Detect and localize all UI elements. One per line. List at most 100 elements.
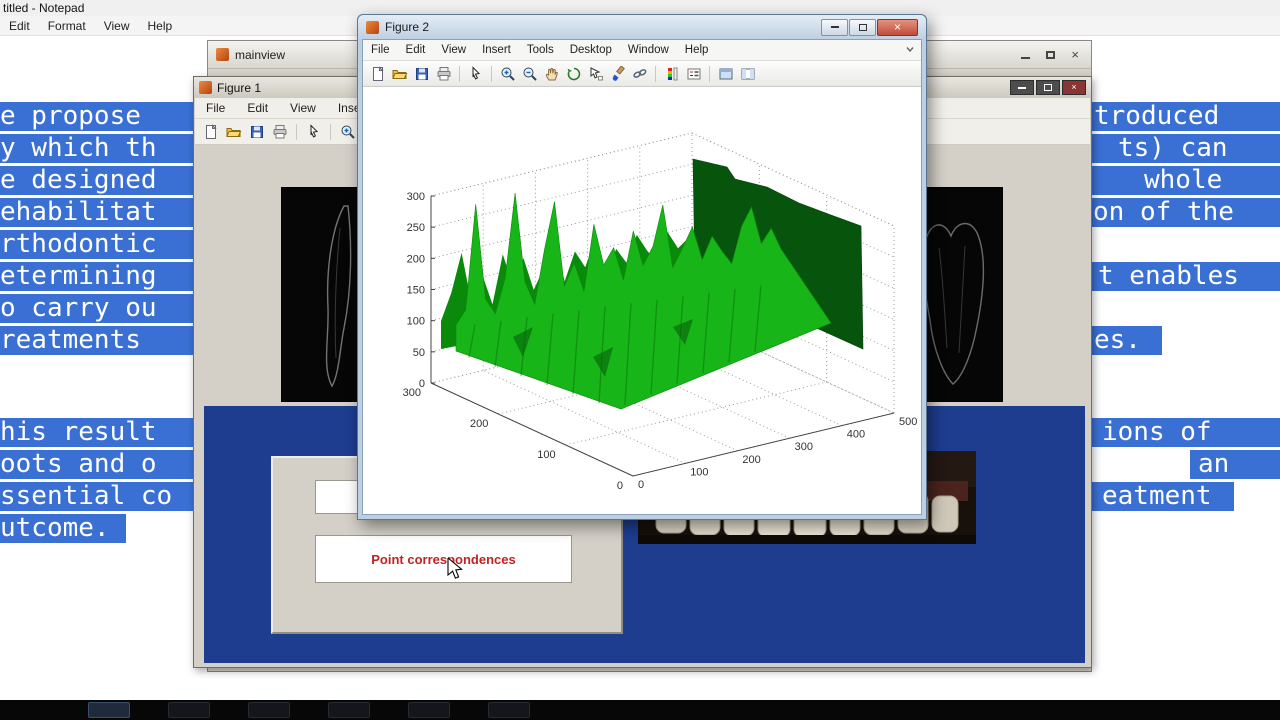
brush-icon xyxy=(612,65,625,81)
chevron-down-icon[interactable] xyxy=(905,44,921,57)
menu-item-view[interactable]: View xyxy=(433,42,474,58)
figure2-menubar: File Edit View Insert Tools Desktop Wind… xyxy=(363,40,921,61)
print-figure-button[interactable] xyxy=(434,64,453,83)
maximize-button[interactable] xyxy=(1036,80,1060,95)
axis-line xyxy=(632,412,895,477)
taskbar-button[interactable] xyxy=(488,702,530,718)
axis-tick-label: 300 xyxy=(407,191,425,203)
print-figure-button[interactable] xyxy=(270,122,289,141)
link-plot-icon xyxy=(632,68,646,78)
menu-item-help[interactable]: Help xyxy=(677,42,717,58)
maximize-icon xyxy=(1046,50,1056,59)
show-plot-tools-icon xyxy=(741,68,754,79)
close-button[interactable]: × xyxy=(1071,48,1079,61)
close-button[interactable]: × xyxy=(1062,80,1086,95)
selected-text-fragment: reatments xyxy=(0,326,193,355)
selected-text-fragment: t enables xyxy=(1092,262,1280,291)
save-figure-button[interactable] xyxy=(412,64,431,83)
save-figure-icon xyxy=(415,67,428,80)
selected-text-fragment: o carry ou xyxy=(0,294,193,323)
maximize-icon xyxy=(1044,84,1052,91)
axis-tick-label: 0 xyxy=(617,480,623,492)
insert-legend-button[interactable] xyxy=(684,64,703,83)
menu-item-tools[interactable]: Tools xyxy=(519,42,562,58)
menu-item-view[interactable]: View xyxy=(279,99,327,117)
axis-tick-label: 200 xyxy=(470,418,488,430)
taskbar-button[interactable] xyxy=(88,702,130,718)
open-file-button[interactable] xyxy=(390,64,409,83)
open-file-button[interactable] xyxy=(224,122,243,141)
zoom-in-icon xyxy=(501,67,515,81)
edit-plot-button[interactable] xyxy=(304,122,323,141)
menu-item-format[interactable]: Format xyxy=(39,17,95,35)
insert-colorbar-button[interactable] xyxy=(662,64,681,83)
minimize-icon xyxy=(1021,56,1031,59)
link-plot-button[interactable] xyxy=(630,64,649,83)
taskbar-button[interactable] xyxy=(328,702,370,718)
matlab-icon xyxy=(216,48,229,61)
brush-button[interactable] xyxy=(608,64,627,83)
figure2-titlebar[interactable]: Figure 2 × xyxy=(358,15,926,39)
taskbar-button[interactable] xyxy=(168,702,210,718)
selected-text-fragment: e propose xyxy=(0,102,193,131)
menu-item-file[interactable]: File xyxy=(195,99,236,117)
menu-item-insert[interactable]: Insert xyxy=(474,42,519,58)
minimize-icon xyxy=(1018,86,1026,89)
surface-plot[interactable]: 0501001502002503000100200300010020030040… xyxy=(363,87,923,517)
hide-plot-tools-button[interactable] xyxy=(716,64,735,83)
toolbar-separator xyxy=(491,65,492,82)
zoom-out-button[interactable] xyxy=(520,64,539,83)
data-cursor-button[interactable] xyxy=(586,64,605,83)
menu-item-view[interactable]: View xyxy=(95,17,139,35)
hide-plot-tools-icon xyxy=(719,68,732,79)
matlab-icon xyxy=(199,81,212,94)
axis-tick-label: 150 xyxy=(407,285,425,297)
toolbar-separator xyxy=(330,123,331,140)
toolbar-separator xyxy=(655,65,656,82)
minimize-icon xyxy=(830,26,839,28)
minimize-button[interactable] xyxy=(1010,80,1034,95)
menu-item-edit[interactable]: Edit xyxy=(0,17,39,35)
taskbar-button[interactable] xyxy=(408,702,450,718)
new-figure-button[interactable] xyxy=(368,64,387,83)
menu-item-edit[interactable]: Edit xyxy=(236,99,279,117)
edit-plot-button[interactable] xyxy=(466,64,485,83)
minimize-button[interactable] xyxy=(1021,48,1031,62)
selected-text-fragment: etermining xyxy=(0,262,193,291)
new-figure-button[interactable] xyxy=(201,122,220,141)
desktop: { "icons": { "close_glyph": "×" }, "note… xyxy=(0,0,1280,720)
menu-item-help[interactable]: Help xyxy=(139,17,182,35)
menu-item-edit[interactable]: Edit xyxy=(398,42,434,58)
figure2-body: File Edit View Insert Tools Desktop Wind… xyxy=(362,39,922,515)
axis-tick-label: 100 xyxy=(537,449,555,461)
zoom-in-button[interactable] xyxy=(338,122,357,141)
toolbar-separator xyxy=(296,123,297,140)
axis-tick-label: 200 xyxy=(407,253,425,265)
maximize-button[interactable] xyxy=(849,18,876,36)
taskbar-button[interactable] xyxy=(248,702,290,718)
selected-text-fragment: e designed xyxy=(0,166,193,195)
save-figure-button[interactable] xyxy=(247,122,266,141)
selected-text-fragment: ts) can xyxy=(1092,134,1280,163)
rotate-3d-button[interactable] xyxy=(564,64,583,83)
figure2-toolbar xyxy=(363,61,921,87)
open-file-icon xyxy=(225,127,241,137)
menu-item-desktop[interactable]: Desktop xyxy=(562,42,620,58)
selected-text-fragment: oots and o xyxy=(0,450,193,479)
minimize-button[interactable] xyxy=(821,18,848,36)
pan-button[interactable] xyxy=(542,64,561,83)
axis-tick-label: 0 xyxy=(638,479,644,491)
point-correspondences-button[interactable]: Point correspondences xyxy=(315,535,572,583)
selected-text-fragment: ssential co xyxy=(0,482,193,511)
maximize-button[interactable] xyxy=(1046,48,1056,62)
show-plot-tools-button[interactable] xyxy=(738,64,757,83)
zoom-in-button[interactable] xyxy=(498,64,517,83)
menu-item-window[interactable]: Window xyxy=(620,42,677,58)
selected-text-fragment: whole xyxy=(1092,166,1280,195)
selected-text-fragment: on of the xyxy=(1092,198,1280,227)
close-button[interactable]: × xyxy=(877,18,918,36)
plot-area[interactable]: 0 50 100 150 200 250 300 0 100 200 300 0 100 200 300 40… xyxy=(363,87,921,514)
toolbar-separator xyxy=(709,65,710,82)
menu-item-file[interactable]: File xyxy=(363,42,398,58)
window-title: Figure 2 xyxy=(385,20,430,34)
